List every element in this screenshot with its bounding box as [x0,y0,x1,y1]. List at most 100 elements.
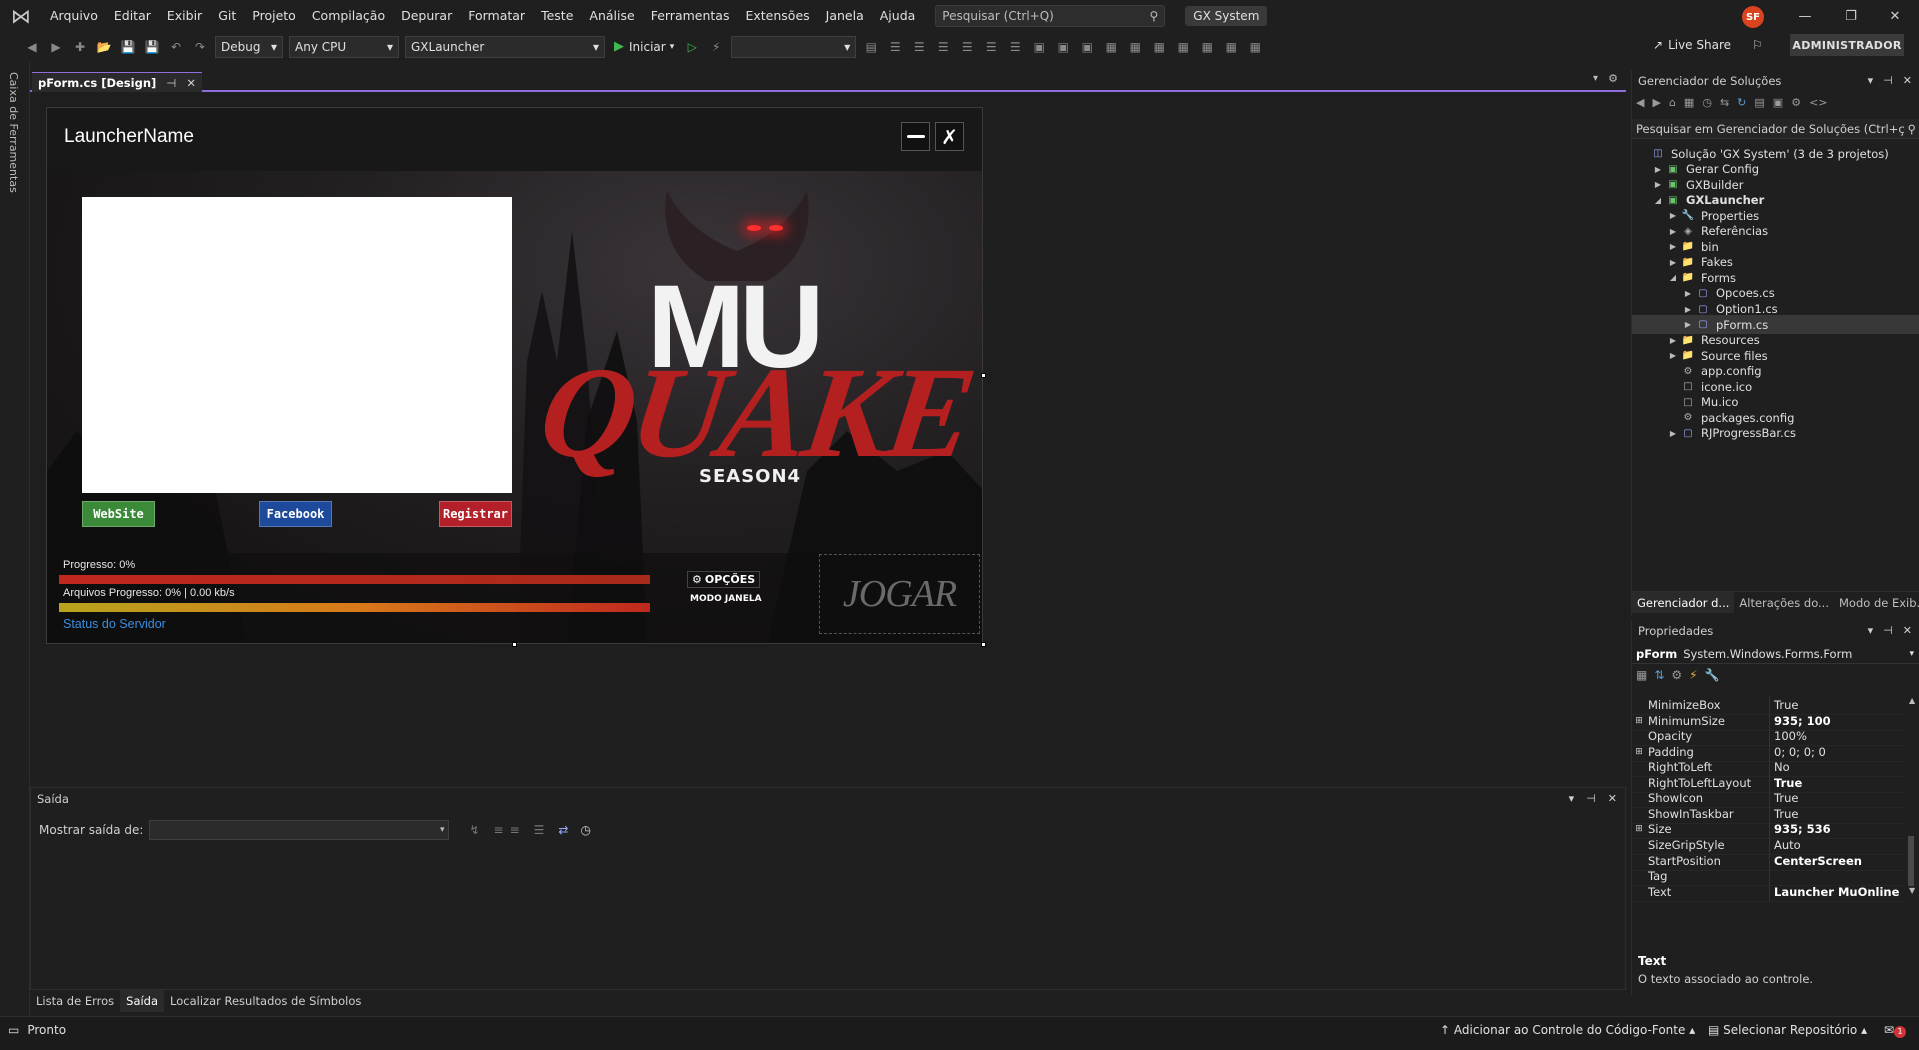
expand-arrow-icon[interactable]: ▶ [1666,429,1680,438]
expand-arrow-icon[interactable]: ▶ [1666,211,1680,220]
facebook-button[interactable]: Facebook [259,501,332,527]
tab-solution-explorer[interactable]: Gerenciador d... [1632,592,1735,613]
expand-arrow-icon[interactable]: ◢ [1666,273,1680,282]
expand-plus-icon[interactable]: ⊞ [1632,824,1646,834]
send-back-icon[interactable]: ▦ [1222,38,1240,56]
tab-git-changes[interactable]: Alterações do... [1734,592,1834,613]
visual-studio-logo-icon[interactable]: ⋈ [0,4,42,28]
close-icon[interactable]: ✕ [1903,74,1912,88]
next-message-icon[interactable]: ≡ [510,823,520,837]
expand-arrow-icon[interactable]: ▶ [1681,289,1695,298]
select-repository-button[interactable]: ▤ Selecionar Repositório ▴ [1708,1023,1867,1037]
home-icon[interactable]: ⌂ [1669,96,1676,114]
align-bottom-icon[interactable]: ☰ [1006,38,1024,56]
toolbox-tab[interactable]: Caixa de Ferramentas [7,72,20,193]
tab-output[interactable]: Saída [120,990,165,1012]
prev-message-icon[interactable]: ≡ [494,823,504,837]
code-view-icon[interactable]: <> [1809,96,1827,114]
properties-scrollbar[interactable]: ▲ ▼ [1906,696,1916,946]
same-width-icon[interactable]: ▣ [1030,38,1048,56]
clear-all-icon[interactable]: ☰ [534,823,545,837]
back-icon[interactable]: ◀ [1636,96,1644,114]
menu-item-compila-o[interactable]: Compilação [304,0,393,31]
start-without-debug-icon[interactable]: ▷ [683,38,701,56]
chevron-down-icon[interactable]: ▾ [1569,792,1575,805]
events-icon[interactable]: ⚡ [1689,668,1697,682]
same-size-icon[interactable]: ▣ [1078,38,1096,56]
categorized-icon[interactable]: ▦ [1636,668,1647,682]
collapse-all-icon[interactable]: ▤ [1754,96,1764,114]
switch-views-icon[interactable]: ▦ [1684,96,1694,114]
redo-icon[interactable]: ↷ [191,38,209,56]
pin-icon[interactable]: ⊣ [1883,624,1893,638]
pin-icon[interactable]: ⊣ [1586,792,1596,805]
tree-item[interactable]: ▶ ▢ RJProgressBar.cs [1632,424,1919,443]
menu-item-exibir[interactable]: Exibir [159,0,210,31]
menu-item-teste[interactable]: Teste [533,0,581,31]
close-icon[interactable]: ✕ [1903,624,1912,638]
server-status-link[interactable]: Status do Servidor [63,617,166,631]
property-object-select[interactable]: pForm System.Windows.Forms.Form ▾ [1632,644,1919,664]
tab-dropdown-icon[interactable]: ▾ [1593,73,1598,84]
tab-find-symbol-results[interactable]: Localizar Resultados de Símbolos [164,990,367,1012]
chevron-down-icon[interactable]: ▾ [1868,624,1874,638]
pin-icon[interactable]: ⊣ [166,76,176,90]
refresh-icon[interactable]: ↻ [1737,96,1746,114]
expand-arrow-icon[interactable]: ▶ [1666,351,1680,360]
show-all-files-icon[interactable]: ▣ [1773,96,1783,114]
close-icon[interactable]: ✕ [1608,792,1617,805]
expand-plus-icon[interactable]: ⊞ [1632,747,1646,757]
menu-item-depurar[interactable]: Depurar [393,0,460,31]
pin-icon[interactable]: ⊣ [1883,74,1893,88]
avatar[interactable]: SF [1742,6,1764,28]
menu-item-ferramentas[interactable]: Ferramentas [643,0,738,31]
menu-item-git[interactable]: Git [210,0,244,31]
hot-reload-icon[interactable]: ⚡ [707,38,725,56]
search-input[interactable]: Pesquisar (Ctrl+Q) ⚲ [935,4,1166,27]
layout-icon[interactable]: ▤ [862,38,880,56]
chevron-down-icon[interactable]: ▾ [1868,74,1874,88]
timestamp-icon[interactable]: ◷ [580,823,590,837]
property-value[interactable]: Launcher MuOnline [1769,882,1899,901]
bring-front-icon[interactable]: ▦ [1198,38,1216,56]
forward-icon[interactable]: ▶ [1652,96,1660,114]
menu-item-formatar[interactable]: Formatar [460,0,533,31]
expand-arrow-icon[interactable]: ◢ [1651,196,1665,205]
save-all-icon[interactable]: 💾 [143,38,161,56]
menu-item-arquivo[interactable]: Arquivo [42,0,106,31]
forward-icon[interactable]: ▶ [47,38,65,56]
expand-arrow-icon[interactable]: ▶ [1666,258,1680,267]
expand-arrow-icon[interactable]: ▶ [1651,180,1665,189]
pending-changes-icon[interactable]: ◷ [1702,96,1712,114]
solution-search-input[interactable]: Pesquisar em Gerenciador de Soluções (Ct… [1632,119,1919,139]
expand-arrow-icon[interactable]: ▶ [1666,336,1680,345]
tab-order-icon[interactable]: ▦ [1246,38,1264,56]
launcher-form[interactable]: LauncherName ✗ WebSite Facebook Registra… [46,107,983,644]
start-button[interactable]: ▶ Iniciar ▾ [614,39,674,54]
register-button[interactable]: Registrar [439,501,512,527]
align-middle-icon[interactable]: ☰ [982,38,1000,56]
menu-item-extens-es[interactable]: Extensões [737,0,817,31]
sync-icon[interactable]: ⇆ [1720,96,1729,114]
close-icon[interactable]: ✕ [1880,5,1910,27]
output-source-select[interactable]: ▾ [149,820,450,840]
resize-handle-corner[interactable] [981,642,986,647]
config-select[interactable]: Debug ▾ [215,35,283,58]
properties-icon[interactable]: ⚙ [1791,96,1801,114]
web-browser-panel[interactable] [82,197,512,493]
spacing-vertical-icon[interactable]: ▦ [1150,38,1168,56]
align-right-icon[interactable]: ☰ [934,38,952,56]
tab-class-view[interactable]: Modo de Exib... [1834,592,1919,613]
property-pages-icon[interactable]: 🔧 [1705,668,1720,682]
center-icon[interactable]: ▦ [1174,38,1192,56]
website-button[interactable]: WebSite [82,501,155,527]
new-project-icon[interactable]: ✚ [71,38,89,56]
save-icon[interactable]: 💾 [119,38,137,56]
property-row[interactable]: Text Launcher MuOnline [1632,882,1904,902]
launcher-minimize-icon[interactable] [901,122,930,151]
expand-arrow-icon[interactable]: ▶ [1666,227,1680,236]
add-source-control-button[interactable]: ↑ Adicionar ao Controle do Código-Fonte … [1440,1023,1695,1037]
debug-target-select[interactable]: ▾ [731,35,857,58]
startup-project-select[interactable]: GXLauncher ▾ [405,35,605,58]
expand-arrow-icon[interactable]: ▶ [1651,165,1665,174]
